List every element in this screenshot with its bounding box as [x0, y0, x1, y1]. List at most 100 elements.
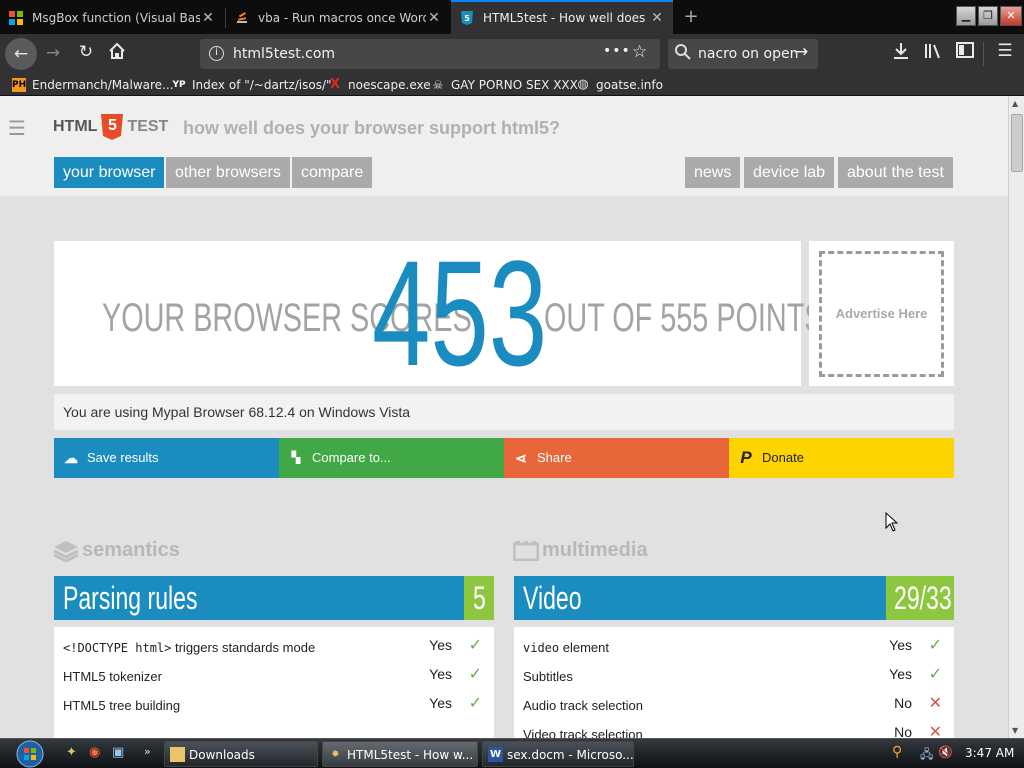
nav-device-lab[interactable]: device lab [744, 157, 835, 188]
check-icon: ✓ [468, 695, 482, 712]
info-icon[interactable]: i [209, 46, 224, 61]
pornhub-icon: PH [12, 78, 27, 92]
microsoft-icon [8, 10, 24, 26]
search-bar[interactable]: nacro on open → [668, 39, 818, 69]
html5-icon: 5 [459, 10, 475, 26]
category-score: 5 [464, 576, 494, 620]
nav-your-browser[interactable]: your browser [54, 157, 165, 188]
forward-button[interactable]: → [42, 43, 64, 63]
tab-html5test[interactable]: 5 HTML5test - How well does yo ✕ [451, 0, 673, 34]
close-icon[interactable]: ✕ [200, 10, 216, 26]
tab-msgbox[interactable]: MsgBox function (Visual Basic ✕ [0, 2, 224, 34]
menu-button[interactable]: ☰ [994, 41, 1016, 61]
bookmark-star-icon[interactable]: ☆ [632, 42, 647, 62]
yp-icon: YP [172, 80, 186, 90]
bookmark-dartz-isos[interactable]: YP Index of "/~dartz/isos/" [172, 76, 332, 94]
advertise-here[interactable]: Advertise Here [819, 251, 944, 377]
close-icon[interactable]: ✕ [426, 10, 442, 26]
taskbar-item-browser[interactable]: ✸ HTML5test - How w... [322, 741, 478, 767]
arrow-left-icon: ← [13, 44, 29, 64]
library-icon [925, 44, 940, 59]
list-item: video element Yes ✓ [523, 637, 942, 655]
quicklaunch-more-icon[interactable]: » [144, 745, 151, 758]
logo-html: HTML [53, 118, 98, 135]
video-list: video element Yes ✓ Subtitles Yes ✓ Audi… [514, 627, 954, 738]
section-heading-semantics: semantics [53, 539, 180, 562]
bookmark-endermanch[interactable]: PH Endermanch/Malware... [12, 76, 174, 94]
cross-icon: ✕ [928, 695, 942, 712]
taskbar-item-word[interactable]: W sex.docm - Microso... [482, 741, 634, 767]
bookmark-label: noescape.exe [348, 78, 431, 92]
clock[interactable]: 3:47 AM [965, 746, 1014, 760]
page-actions-icon[interactable]: ••• [603, 43, 631, 59]
close-window-button[interactable]: ✕ [1000, 6, 1022, 26]
hamburger-icon[interactable]: ☰ [8, 116, 26, 140]
tab-title: MsgBox function (Visual Basic [32, 11, 200, 25]
back-button[interactable]: ← [5, 38, 37, 70]
compare-to-button[interactable]: ▚ Compare to... [279, 438, 504, 478]
tab-vba[interactable]: vba - Run macros once Word d ✕ [226, 2, 450, 34]
save-results-button[interactable]: ☁ Save results [54, 438, 279, 478]
cross-icon: ✕ [928, 724, 942, 738]
scrollbar-thumb[interactable] [1011, 114, 1023, 172]
bookmark-goatse[interactable]: ◍ goatse.info [576, 76, 663, 94]
skull-icon: ☠ [432, 78, 444, 92]
show-desktop-icon[interactable]: ▣ [112, 745, 124, 760]
list-item: <!DOCTYPE html> triggers standards mode … [63, 637, 482, 655]
taskbar-item-downloads[interactable]: Downloads [164, 741, 318, 767]
sidebar-button[interactable] [954, 42, 976, 63]
folder-icon [170, 747, 185, 762]
navigation-toolbar: ← → ↻ i html5test.com ••• ☆ nacro on ope… [0, 34, 1024, 74]
quicklaunch-icon[interactable]: ◉ [89, 745, 100, 760]
site-logo[interactable]: HTML 5 TEST [53, 114, 168, 140]
nav-other-browsers[interactable]: other browsers [166, 157, 290, 188]
search-tray-icon[interactable]: ⚲ [892, 744, 902, 760]
network-icon[interactable]: 🖧 [920, 745, 933, 766]
share-button[interactable]: ⋖ Share [504, 438, 729, 478]
check-icon: ✓ [928, 637, 942, 654]
bookmark-label: Index of "/~dartz/isos/" [192, 78, 332, 92]
category-video[interactable]: Video [514, 576, 886, 620]
scroll-down-icon[interactable]: ▼ [1012, 726, 1018, 735]
downloads-button[interactable] [890, 42, 912, 65]
bookmark-label: GAY PORNO SEX XXX [451, 78, 578, 92]
tab-strip: MsgBox function (Visual Basic ✕ vba - Ru… [0, 0, 1024, 34]
restore-button[interactable]: ❐ [978, 6, 998, 26]
globe-icon: ◍ [577, 77, 589, 92]
search-go-icon[interactable]: → [794, 42, 808, 62]
nav-news[interactable]: news [685, 157, 741, 188]
grid-icon: ▚ [291, 452, 301, 464]
check-icon: ✓ [468, 666, 482, 683]
ad-panel[interactable]: Advertise Here [809, 241, 954, 386]
bookmark-xxx[interactable]: ☠ GAY PORNO SEX XXX [431, 76, 578, 94]
html5-shield-icon: 5 [100, 114, 124, 140]
search-icon [675, 44, 691, 63]
home-button[interactable] [106, 42, 128, 65]
search-input[interactable]: nacro on open [698, 46, 798, 62]
url-text[interactable]: html5test.com [233, 46, 335, 62]
reload-button[interactable]: ↻ [75, 42, 97, 62]
check-icon: ✓ [928, 666, 942, 683]
start-button[interactable] [8, 739, 50, 768]
nav-compare[interactable]: compare [292, 157, 373, 188]
score-value: 453 [372, 229, 548, 397]
minimize-button[interactable]: ▁ [956, 6, 976, 26]
svg-text:5: 5 [464, 14, 470, 23]
quicklaunch-icon[interactable]: ✦ [66, 745, 77, 760]
library-button[interactable] [922, 42, 944, 65]
donate-button[interactable]: P Donate [729, 438, 954, 478]
bookmark-noescape[interactable]: X noescape.exe [328, 76, 431, 94]
category-score: 29/33 [886, 576, 954, 620]
scroll-up-icon[interactable]: ▲ [1012, 99, 1018, 108]
windows-orb-icon [16, 740, 44, 768]
category-parsing-rules[interactable]: Parsing rules [54, 576, 464, 620]
user-agent-text: You are using Mypal Browser 68.12.4 on W… [54, 394, 954, 430]
vertical-scrollbar[interactable]: ▲ ▼ [1008, 96, 1024, 738]
new-tab-button[interactable]: + [680, 4, 702, 30]
close-icon[interactable]: ✕ [649, 10, 665, 26]
browser-window: MsgBox function (Visual Basic ✕ vba - Ru… [0, 0, 1024, 768]
volume-muted-icon[interactable]: 🔇 [938, 745, 953, 759]
list-item: HTML5 tree building Yes ✓ [63, 695, 482, 713]
address-bar[interactable]: i html5test.com ••• ☆ [200, 39, 660, 69]
nav-about-the-test[interactable]: about the test [838, 157, 953, 188]
